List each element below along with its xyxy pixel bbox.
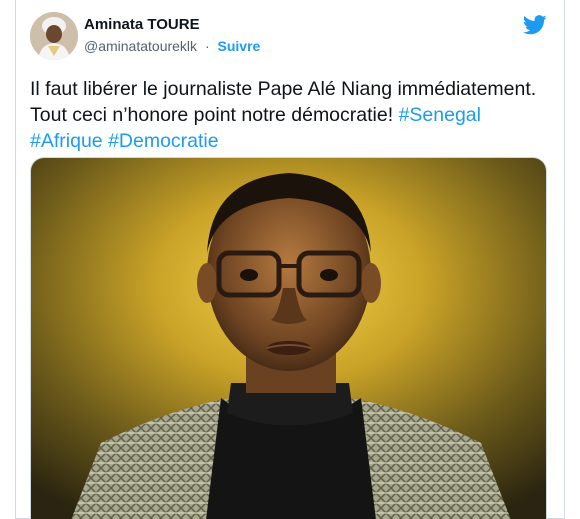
hashtag-senegal[interactable]: #Senegal xyxy=(399,104,481,126)
author-display-name[interactable]: Aminata TOURE xyxy=(84,16,200,33)
hashtag-afrique[interactable]: #Afrique xyxy=(30,130,103,152)
twitter-bird-icon[interactable] xyxy=(523,15,547,35)
tweet-text: Il faut libérer le journaliste Pape Alé … xyxy=(30,76,545,154)
hashtag-democratie[interactable]: #Democratie xyxy=(108,130,219,152)
follow-button[interactable]: Suivre xyxy=(218,38,261,54)
separator-dot: · xyxy=(204,38,210,54)
author-handle-row: @aminatatoureklk · Suivre xyxy=(84,38,260,54)
avatar[interactable] xyxy=(30,12,78,60)
tweet-media-image[interactable] xyxy=(30,157,547,519)
author-handle[interactable]: @aminatatoureklk xyxy=(84,38,197,54)
